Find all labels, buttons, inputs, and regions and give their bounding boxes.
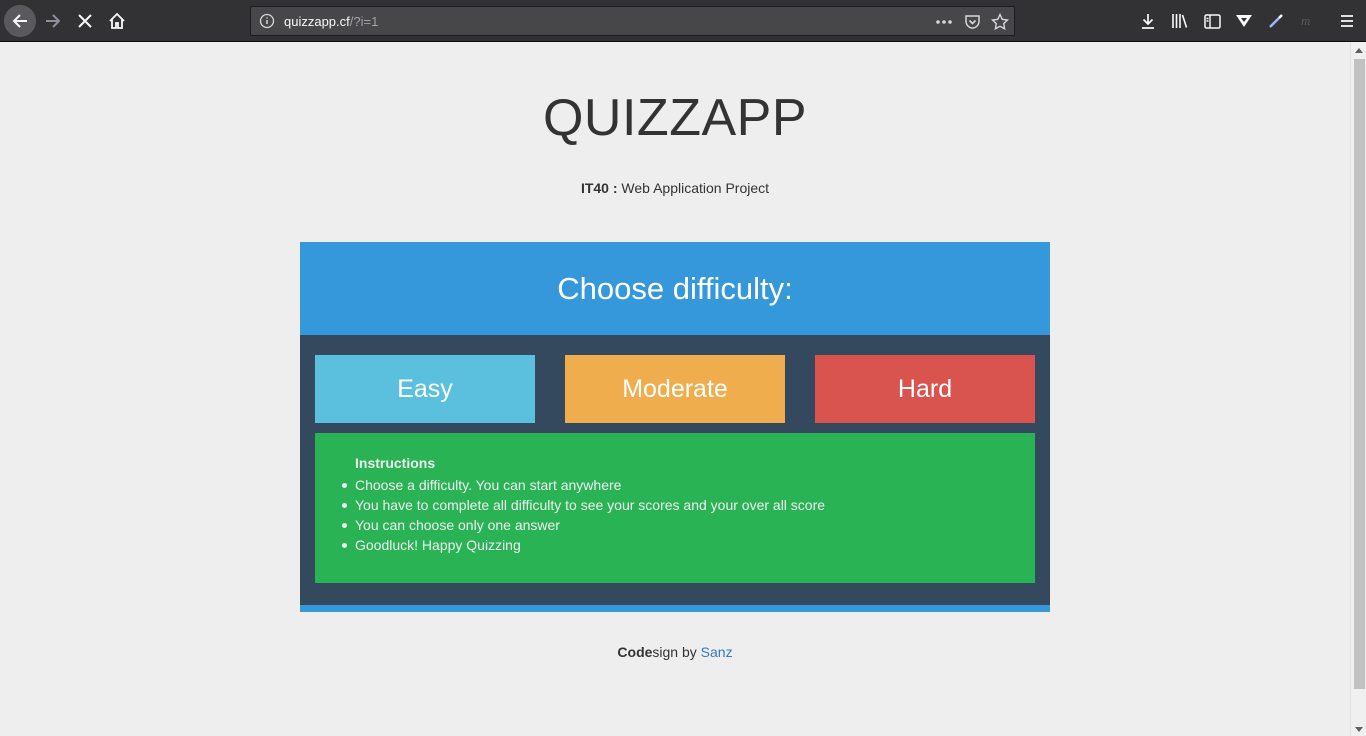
instructions-list: Choose a difficulty. You can start anywh…	[342, 475, 1035, 555]
url-text[interactable]: quizzapp.cf/?i=1	[284, 14, 378, 29]
browser-toolbar: quizzapp.cf/?i=1 m	[0, 0, 1366, 42]
library-icon[interactable]	[1170, 11, 1190, 31]
easy-button[interactable]: Easy	[315, 355, 535, 423]
back-arrow-icon	[12, 14, 27, 28]
extension-v-icon[interactable]	[1234, 11, 1254, 31]
list-item: Goodluck! Happy Quizzing	[342, 535, 1035, 555]
author-link[interactable]: Sanz	[701, 644, 733, 660]
course-code: IT40 :	[580, 180, 618, 196]
instructions-box: Instructions Choose a difficulty. You ca…	[315, 433, 1035, 583]
hard-button[interactable]: Hard	[815, 355, 1035, 423]
scroll-down-icon[interactable]	[1355, 727, 1363, 732]
page-actions-icon[interactable]	[934, 12, 954, 32]
url-path: /?i=1	[349, 14, 379, 29]
download-icon[interactable]	[1138, 11, 1158, 31]
stop-button[interactable]	[70, 6, 100, 36]
bookmark-star-icon[interactable]	[990, 12, 1010, 32]
moderate-button[interactable]: Moderate	[565, 355, 785, 423]
menu-icon[interactable]	[1337, 11, 1357, 31]
color-picker-icon[interactable]	[1266, 11, 1286, 31]
forward-button[interactable]	[38, 6, 68, 36]
close-icon	[78, 14, 92, 28]
list-item: You can choose only one answer	[342, 515, 1035, 535]
instructions-title: Instructions	[355, 455, 436, 471]
sidebar-icon[interactable]	[1202, 11, 1222, 31]
info-icon[interactable]	[259, 13, 275, 29]
home-icon	[109, 12, 125, 29]
scrollbar-thumb[interactable]	[1354, 59, 1365, 689]
svg-text:m: m	[1301, 14, 1310, 28]
forward-arrow-icon	[46, 14, 61, 28]
vertical-scrollbar[interactable]	[1350, 42, 1366, 736]
extension-m-icon[interactable]: m	[1298, 11, 1318, 31]
pocket-icon[interactable]	[962, 12, 982, 32]
difficulty-panel: Choose difficulty: Easy Moderate Hard In…	[300, 242, 1050, 612]
page-subtitle: IT40 : Web Application Project	[0, 180, 1350, 196]
list-item: You have to complete all difficulty to s…	[342, 495, 1035, 515]
footer-bold: Code	[617, 644, 653, 660]
address-bar[interactable]: quizzapp.cf/?i=1	[250, 6, 1015, 36]
back-button[interactable]	[4, 5, 36, 37]
page-title: QUIZZAPP	[542, 89, 808, 147]
url-host: quizzapp.cf	[284, 14, 350, 29]
footer-credit: Codesign by Sanz	[0, 644, 1350, 660]
project-name: Web Application Project	[617, 180, 770, 196]
panel-heading: Choose difficulty:	[300, 242, 1050, 335]
home-button[interactable]	[102, 6, 132, 36]
scroll-up-icon[interactable]	[1355, 48, 1363, 53]
list-item: Choose a difficulty. You can start anywh…	[342, 475, 1035, 495]
footer-text: sign by	[652, 644, 701, 660]
